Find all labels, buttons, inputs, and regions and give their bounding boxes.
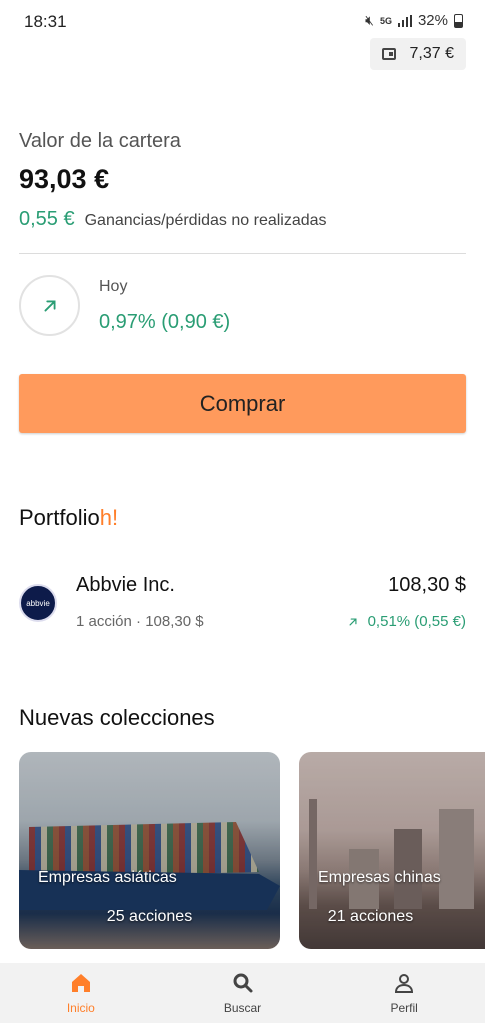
today-trend-circle — [19, 275, 80, 336]
holding-change: 0,51% (0,55 €) — [346, 613, 466, 630]
portfolio-value-amount: 93,03 € — [19, 164, 110, 194]
collections-title: Nuevas colecciones — [19, 705, 215, 730]
portfolioh-title-accent: h! — [99, 505, 119, 530]
status-bar: 18:31 🔇︎ 5G 32% — [0, 0, 485, 40]
unrealized-gains-row: 0,55 € Ganancias/pérdidas no realizadas — [19, 208, 327, 231]
status-icons: 🔇︎ 5G 32% — [365, 12, 463, 29]
wallet-balance: 7,37 € — [409, 45, 454, 62]
status-time: 18:31 — [24, 12, 67, 31]
holding-shares: 1 acción · 108,30 $ — [76, 613, 204, 630]
arrow-up-right-icon — [44, 300, 55, 311]
portfolioh-title: Portfolioh! — [19, 505, 118, 531]
portfolioh-title-main: Portfolio — [19, 505, 100, 530]
network-type: 5G — [379, 15, 392, 26]
nav-label-buscar: Buscar — [223, 1001, 262, 1015]
search-icon — [233, 973, 252, 993]
collection-card-count: 21 acciones — [327, 908, 414, 925]
holding-change-value: 0,51% (0,55 €) — [367, 613, 466, 630]
divider — [19, 253, 466, 254]
unrealized-gains-label: Ganancias/pérdidas no realizadas — [84, 212, 327, 229]
collection-card-title: Empresas chinas — [318, 869, 441, 886]
home-icon — [71, 974, 90, 992]
collection-card-count: 25 acciones — [106, 908, 193, 925]
mute-icon: 🔇︎ — [365, 12, 374, 28]
buy-button[interactable]: Comprar — [19, 374, 466, 433]
nav-item-perfil[interactable]: Perfil — [323, 963, 485, 1023]
bottom-nav: Inicio Buscar Perfil — [0, 963, 485, 1023]
signal-icon — [397, 14, 412, 27]
arrow-up-right-icon — [349, 618, 357, 625]
abbvie-logo: abbvie — [19, 584, 57, 622]
battery-percent: 32% — [417, 12, 448, 29]
collection-card-title: Empresas asiáticas — [38, 869, 177, 886]
nav-label-perfil: Perfil — [390, 1001, 418, 1015]
holding-row[interactable]: abbvie Abbvie Inc. 1 acción · 108,30 $ 1… — [0, 565, 485, 645]
collection-card-chinese[interactable]: Empresas chinas 21 acciones — [299, 752, 485, 949]
nav-item-buscar[interactable]: Buscar — [162, 963, 324, 1023]
holding-name: Abbvie Inc. — [76, 574, 175, 596]
holding-price: 108,30 $ — [388, 574, 466, 596]
collection-card-asian[interactable]: Empresas asiáticas 25 acciones — [19, 752, 280, 949]
portfolio-value-label: Valor de la cartera — [19, 130, 181, 152]
wallet-balance-chip[interactable]: 7,37 € — [369, 38, 466, 70]
unrealized-gains-amount: 0,55 € — [19, 208, 75, 230]
battery-icon — [454, 13, 463, 28]
nav-label-inicio: Inicio — [66, 1001, 95, 1015]
profile-icon — [395, 974, 414, 993]
wallet-icon — [381, 48, 396, 60]
nav-item-inicio[interactable]: Inicio — [0, 963, 162, 1023]
today-value: 0,97% (0,90 €) — [99, 311, 231, 333]
today-label: Hoy — [99, 278, 128, 295]
